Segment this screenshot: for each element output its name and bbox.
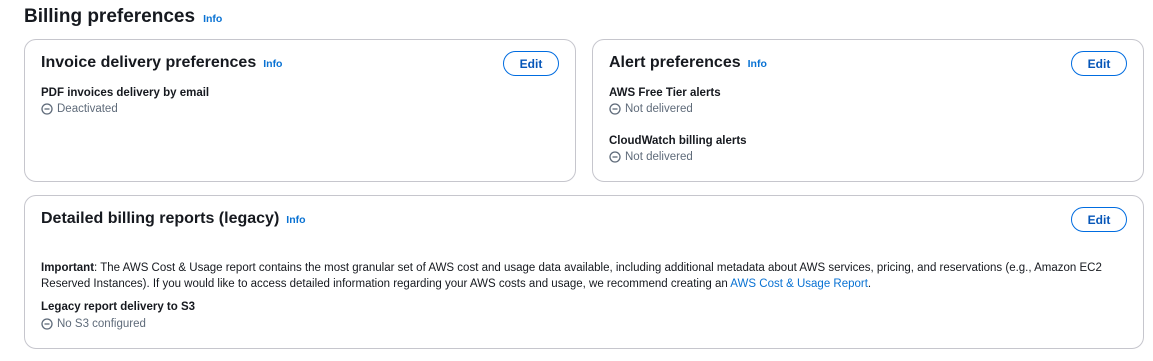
- important-label: Important: [41, 262, 95, 274]
- alert-preferences-card: Alert preferences Info Edit AWS Free Tie…: [592, 39, 1144, 182]
- invoice-info-link[interactable]: Info: [263, 58, 282, 70]
- pdf-invoices-label: PDF invoices delivery by email: [41, 87, 210, 99]
- page-title-text: Billing preferences: [24, 6, 196, 27]
- minus-circle-icon: [609, 103, 621, 115]
- invoice-card-title-text: Invoice delivery preferences: [41, 54, 257, 71]
- cloudwatch-alerts-status-text: Not delivered: [625, 151, 693, 163]
- legacy-s3-label: Legacy report delivery to S3: [41, 301, 196, 313]
- alert-card-title: Alert preferences Info: [609, 54, 767, 72]
- minus-circle-icon: [609, 151, 621, 163]
- cloudwatch-alerts-status: Not delivered: [609, 151, 693, 163]
- invoice-edit-button[interactable]: Edit: [503, 51, 559, 76]
- legacy-s3-status: No S3 configured: [41, 318, 146, 330]
- important-notice: Important: The AWS Cost & Usage report c…: [41, 260, 1127, 292]
- important-text: : The AWS Cost & Usage report contains t…: [41, 262, 1102, 290]
- free-tier-alerts-label: AWS Free Tier alerts: [609, 87, 721, 99]
- cloudwatch-alerts-label: CloudWatch billing alerts: [609, 135, 747, 147]
- minus-circle-icon: [41, 103, 53, 115]
- billing-reports-card: Detailed billing reports (legacy) Info E…: [24, 195, 1144, 349]
- invoice-delivery-card: Invoice delivery preferences Info Edit P…: [24, 39, 576, 182]
- billing-reports-edit-button[interactable]: Edit: [1071, 207, 1127, 232]
- pdf-invoices-status: Deactivated: [41, 103, 118, 115]
- billing-reports-card-title: Detailed billing reports (legacy) Info: [41, 210, 306, 228]
- cost-usage-report-link[interactable]: AWS Cost & Usage Report: [730, 278, 868, 290]
- page-info-link[interactable]: Info: [203, 13, 222, 25]
- legacy-s3-status-text: No S3 configured: [57, 318, 146, 330]
- pdf-invoices-status-text: Deactivated: [57, 103, 118, 115]
- important-text-end: .: [867, 278, 872, 290]
- billing-reports-title-text: Detailed billing reports (legacy): [41, 210, 280, 227]
- alert-edit-button[interactable]: Edit: [1071, 51, 1127, 76]
- minus-circle-icon: [41, 318, 53, 330]
- alert-card-title-text: Alert preferences: [609, 54, 741, 71]
- free-tier-alerts-status-text: Not delivered: [625, 103, 693, 115]
- billing-reports-info-link[interactable]: Info: [286, 214, 305, 226]
- invoice-card-title: Invoice delivery preferences Info: [41, 54, 282, 72]
- free-tier-alerts-status: Not delivered: [609, 103, 693, 115]
- page-title: Billing preferences Info: [24, 6, 222, 28]
- alert-info-link[interactable]: Info: [748, 58, 767, 70]
